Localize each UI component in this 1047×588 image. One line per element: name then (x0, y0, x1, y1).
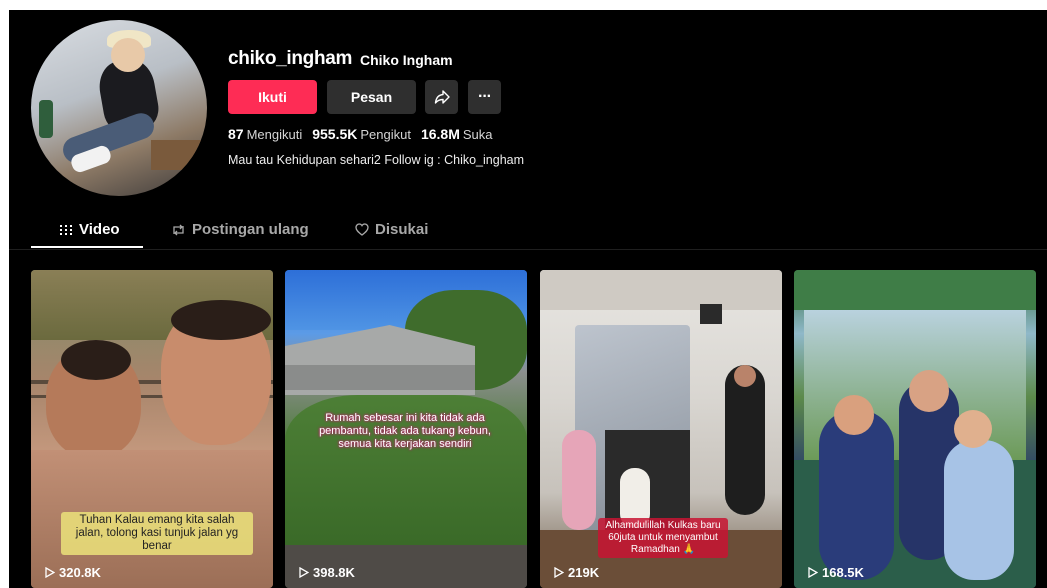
profile-stats: 87 Mengikuti 955.5K Pengikut 16.8M Suka (228, 126, 493, 142)
username: chiko_ingham (228, 48, 353, 69)
share-button[interactable] (425, 80, 458, 114)
play-icon (808, 567, 818, 578)
bio: Mau tau Kehidupan sehari2 Follow ig : Ch… (228, 153, 525, 167)
video-card[interactable]: 168.5K (794, 270, 1036, 588)
stat-likes: 16.8M Suka (420, 126, 493, 142)
video-card[interactable]: Rumah sebesar ini kita tidak ada pembant… (285, 270, 527, 588)
nickname: Chiko Ingham (360, 52, 453, 68)
view-count: 320.8K (45, 565, 101, 580)
avatar[interactable] (31, 20, 207, 196)
view-count: 219K (554, 565, 599, 580)
video-caption: Rumah sebesar ini kita tidak ada pembant… (319, 412, 491, 450)
stat-followers[interactable]: 955.5K Pengikut (312, 126, 411, 142)
play-icon (45, 567, 55, 578)
repost-icon (173, 224, 184, 235)
more-button[interactable]: ··· (468, 80, 501, 114)
active-tab-indicator (31, 246, 143, 248)
view-count: 168.5K (808, 565, 864, 580)
more-icon: ··· (478, 88, 492, 105)
tab-video-label: Video (79, 221, 120, 238)
tab-liked[interactable]: Disukai (355, 221, 428, 238)
play-icon (554, 567, 564, 578)
video-card[interactable]: Tuhan Kalau emang kita salah jalan, tolo… (31, 270, 273, 588)
heart-icon (355, 223, 369, 236)
video-card[interactable]: Alhamdulillah Kulkas baru 60juta untuk m… (540, 270, 782, 588)
tab-repost-label: Postingan ulang (192, 221, 309, 238)
profile-page: chiko_ingham Chiko Ingham Ikuti Pesan ··… (9, 10, 1047, 588)
profile-tabs: Video Postingan ulang Disukai (9, 215, 1047, 250)
follow-button[interactable]: Ikuti (228, 80, 317, 114)
tab-repost[interactable]: Postingan ulang (171, 221, 309, 238)
grid-icon (60, 224, 72, 235)
stat-following[interactable]: 87 Mengikuti (228, 126, 302, 142)
view-count: 398.8K (299, 565, 355, 580)
video-caption: Alhamdulillah Kulkas baru 60juta untuk m… (598, 518, 728, 558)
tab-liked-label: Disukai (375, 221, 429, 238)
play-icon (299, 567, 309, 578)
share-icon (434, 90, 450, 104)
tab-video[interactable]: Video (59, 221, 120, 238)
message-button[interactable]: Pesan (327, 80, 416, 114)
video-caption: Tuhan Kalau emang kita salah jalan, tolo… (61, 512, 253, 555)
